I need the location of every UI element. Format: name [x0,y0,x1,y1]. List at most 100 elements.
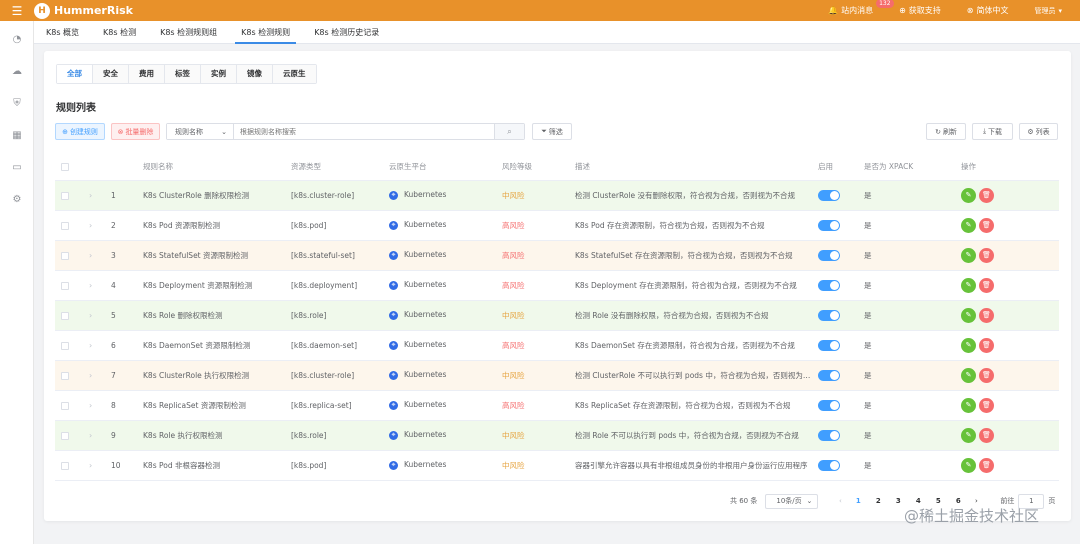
language-switch[interactable]: ⊗ 简体中文 [967,5,1009,16]
delete-icon[interactable]: 🗑 [979,397,994,413]
table-row[interactable]: › 6 K8s DaemonSet 资源限制检测 [k8s.daemon-set] ⎈ K… [55,330,1059,361]
table-row[interactable]: › 1 K8s ClusterRole 删除权限检测 [k8s.cluster-rol… [55,180,1059,211]
row-checkbox[interactable] [61,431,69,440]
monitor-icon[interactable]: ▭ [0,151,34,183]
filter-tab-all[interactable]: 全部 [57,65,93,83]
filter-tab-tag[interactable]: 标签 [165,65,201,83]
enabled-toggle[interactable] [818,339,840,351]
search-input[interactable] [234,124,494,139]
expand-chevron-icon[interactable]: › [89,221,92,230]
filter-tab-cloud-native[interactable]: 云原生 [273,65,316,83]
nav-tab-overview[interactable]: K8s 概览 [34,21,91,44]
columns-button[interactable]: ⚙ 列表 [1019,123,1058,140]
page-4[interactable]: 4 [908,497,928,505]
edit-icon[interactable]: ✎ [961,367,976,383]
rule-name[interactable]: K8s Pod 非根容器检测 [143,450,291,481]
shield-icon[interactable]: ⛨ [0,87,34,119]
rule-name[interactable]: K8s Role 执行权限检测 [143,420,291,451]
col-header-risk[interactable]: 风险等级 [502,154,575,181]
rule-name[interactable]: K8s Deployment 资源限制检测 [143,270,291,301]
table-row[interactable]: › 5 K8s Role 删除权限检测 [k8s.role] ⎈ Kubernetes 中风… [55,300,1059,331]
rule-name[interactable]: K8s Pod 资源限制检测 [143,210,291,241]
row-checkbox[interactable] [61,251,69,260]
filter-tab-cost[interactable]: 费用 [129,65,165,83]
enabled-toggle[interactable] [818,369,840,381]
expand-chevron-icon[interactable]: › [89,371,92,380]
edit-icon[interactable]: ✎ [961,187,976,203]
edit-icon[interactable]: ✎ [961,277,976,293]
table-row[interactable]: › 4 K8s Deployment 资源限制检测 [k8s.deployment] ⎈… [55,270,1059,301]
row-checkbox[interactable] [61,311,69,320]
support-button[interactable]: ⊕ 获取支持 [899,5,941,16]
expand-chevron-icon[interactable]: › [89,341,92,350]
filter-tab-instance[interactable]: 实例 [201,65,237,83]
row-checkbox[interactable] [61,221,69,230]
filter-button[interactable]: ⏷ 筛选 [532,123,572,140]
edit-icon[interactable]: ✎ [961,247,976,263]
rule-name[interactable]: K8s ClusterRole 执行权限检测 [143,360,291,391]
expand-chevron-icon[interactable]: › [89,251,92,260]
page-5[interactable]: 5 [928,497,948,505]
delete-icon[interactable]: 🗑 [979,217,994,233]
delete-icon[interactable]: 🗑 [979,367,994,383]
prev-page-icon[interactable]: ‹ [832,497,848,505]
table-row[interactable]: › 2 K8s Pod 资源限制检测 [k8s.pod] ⎈ Kubernetes 高风险 K… [55,210,1059,241]
edit-icon[interactable]: ✎ [961,307,976,323]
row-checkbox[interactable] [61,191,69,200]
col-header-enabled[interactable]: 启用 [818,154,864,181]
row-checkbox[interactable] [61,341,69,350]
nav-tab-history[interactable]: K8s 检测历史记录 [302,21,391,44]
delete-icon[interactable]: 🗑 [979,427,994,443]
delete-icon[interactable]: 🗑 [979,277,994,293]
expand-chevron-icon[interactable]: › [89,311,92,320]
filter-tab-security[interactable]: 安全 [93,65,129,83]
rule-name[interactable]: K8s StatefulSet 资源限制检测 [143,240,291,271]
rule-name[interactable]: K8s Role 删除权限检测 [143,300,291,331]
enabled-toggle[interactable] [818,399,840,411]
create-rule-button[interactable]: ⊕ 创建规则 [55,123,105,140]
messages-button[interactable]: 🔔 站内消息 132 [828,0,894,16]
table-row[interactable]: › 3 K8s StatefulSet 资源限制检测 [k8s.stateful-se… [55,240,1059,271]
row-checkbox[interactable] [61,281,69,290]
nav-tab-scan[interactable]: K8s 检测 [91,21,148,44]
enabled-toggle[interactable] [818,459,840,471]
enabled-toggle[interactable] [818,279,840,291]
edit-icon[interactable]: ✎ [961,337,976,353]
nav-tab-rules[interactable]: K8s 检测规则 [229,21,302,44]
col-header-xpack[interactable]: 是否为 XPACK [864,154,961,181]
next-page-icon[interactable]: › [968,497,984,505]
hamburger-icon[interactable]: ☰ [0,0,34,21]
select-all-checkbox[interactable] [61,163,69,172]
table-row[interactable]: › 10 K8s Pod 非根容器检测 [k8s.pod] ⎈ Kubernetes 中风险… [55,450,1059,481]
search-icon[interactable]: ⌕ [494,124,524,139]
enabled-toggle[interactable] [818,219,840,231]
expand-chevron-icon[interactable]: › [89,191,92,200]
delete-icon[interactable]: 🗑 [979,307,994,323]
cloud-icon[interactable]: ☁ [0,55,34,87]
page-3[interactable]: 3 [888,497,908,505]
edit-icon[interactable]: ✎ [961,397,976,413]
edit-icon[interactable]: ✎ [961,457,976,473]
grid-icon[interactable]: ▦ [0,119,34,151]
download-button[interactable]: ⤓ 下载 [972,123,1013,140]
enabled-toggle[interactable] [818,429,840,441]
refresh-button[interactable]: ↻ 刷新 [926,123,966,140]
page-size-select[interactable]: 10条/页 ⌄ [765,493,819,509]
row-checkbox[interactable] [61,461,69,470]
page-6[interactable]: 6 [948,497,968,505]
row-checkbox[interactable] [61,371,69,380]
col-header-name[interactable]: 规则名称 [143,154,291,181]
dashboard-icon[interactable]: ◔ [0,23,34,55]
enabled-toggle[interactable] [818,309,840,321]
delete-icon[interactable]: 🗑 [979,247,994,263]
nav-tab-rule-groups[interactable]: K8s 检测规则组 [148,21,229,44]
settings-icon[interactable]: ⚙ [0,183,34,215]
row-checkbox[interactable] [61,401,69,410]
search-field-select[interactable]: 规则名称 ⌄ [167,124,234,139]
expand-chevron-icon[interactable]: › [89,401,92,410]
table-row[interactable]: › 9 K8s Role 执行权限检测 [k8s.role] ⎈ Kubernetes 中风… [55,420,1059,451]
col-header-resource[interactable]: 资源类型 [291,154,389,181]
edit-icon[interactable]: ✎ [961,217,976,233]
delete-icon[interactable]: 🗑 [979,337,994,353]
page-1[interactable]: 1 [848,497,868,505]
